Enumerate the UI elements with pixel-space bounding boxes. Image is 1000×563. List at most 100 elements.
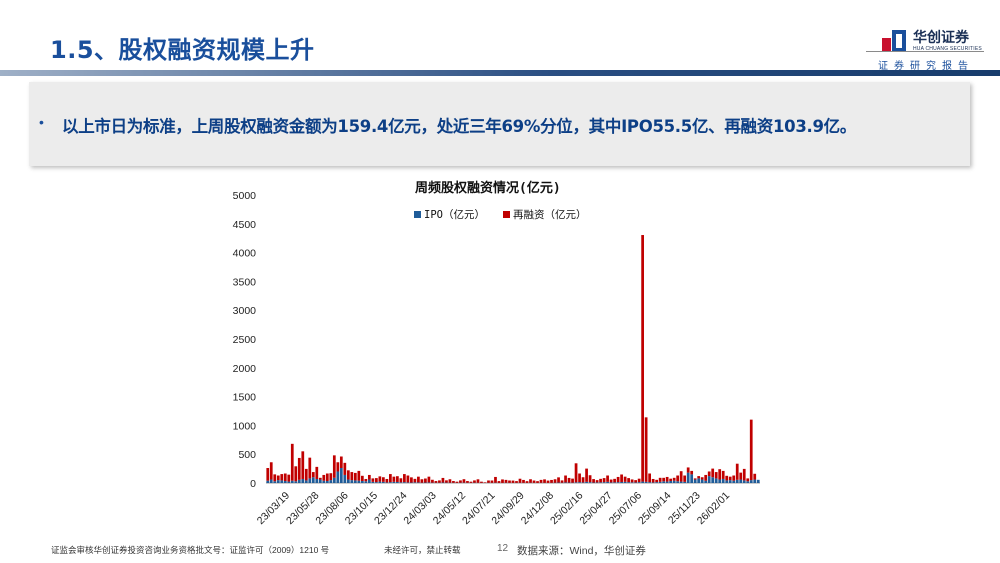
bar-ipo: [266, 480, 270, 483]
bar-refinancing: [350, 472, 354, 481]
bar-refinancing: [742, 468, 746, 481]
bar-refinancing: [546, 480, 550, 483]
bar-refinancing: [704, 474, 708, 481]
bar-refinancing: [728, 476, 732, 481]
bar-ipo: [336, 471, 340, 483]
bar-ipo: [690, 474, 694, 483]
bar-ipo: [399, 482, 403, 483]
bar-refinancing: [543, 479, 546, 483]
bar-refinancing: [318, 477, 322, 480]
bar-refinancing: [434, 481, 438, 483]
bar-ipo: [382, 481, 385, 483]
bar-ipo: [378, 481, 382, 483]
bar-refinancing: [494, 476, 497, 483]
bar-ipo: [588, 482, 592, 483]
bar-refinancing: [332, 455, 336, 478]
bar-refinancing: [410, 477, 413, 483]
bar-refinancing: [700, 477, 704, 480]
bullet-icon: •: [39, 114, 44, 130]
bar-ipo: [641, 481, 644, 483]
bar-refinancing: [325, 473, 329, 481]
bar-refinancing: [746, 478, 750, 482]
bar-refinancing: [739, 472, 743, 480]
bar-ipo: [644, 481, 648, 483]
logo-icon: [882, 30, 908, 52]
bar-refinancing: [346, 470, 350, 480]
bar-ipo: [634, 482, 637, 483]
bar-ipo: [357, 480, 361, 483]
bar-refinancing: [403, 474, 406, 483]
y-tick-label: 2500: [233, 334, 257, 346]
bar-ipo: [676, 481, 680, 483]
bar-refinancing: [648, 473, 651, 483]
bar-refinancing: [630, 479, 634, 483]
bar-refinancing: [634, 480, 637, 483]
bar-refinancing: [490, 480, 494, 483]
bar-ipo: [662, 481, 666, 483]
bar-refinancing: [448, 479, 452, 483]
bar-ipo: [269, 479, 273, 483]
y-tick-label: 2000: [233, 363, 257, 375]
bar-refinancing: [497, 481, 501, 483]
bar-refinancing: [595, 480, 599, 483]
bar-refinancing: [557, 477, 560, 483]
bar-refinancing: [532, 480, 536, 483]
bar-ipo: [280, 480, 284, 483]
chart-title: 周频股权融资情况(亿元): [415, 180, 561, 196]
bar-refinancing: [431, 479, 434, 483]
bar-ipo: [658, 481, 662, 483]
bar-refinancing: [672, 477, 676, 481]
bar-refinancing: [697, 476, 701, 479]
bar-refinancing: [287, 474, 291, 482]
bar-refinancing: [571, 478, 574, 483]
bar-refinancing: [441, 477, 445, 483]
bar-refinancing: [714, 472, 718, 479]
bar-refinancing: [655, 479, 659, 483]
bar-ipo: [711, 477, 715, 483]
bar-ipo: [704, 480, 708, 483]
bar-refinancing: [588, 475, 592, 483]
bar-ipo: [700, 479, 704, 483]
y-tick-label: 5000: [233, 190, 257, 202]
bar-refinancing: [269, 462, 273, 480]
bar-ipo: [627, 482, 630, 483]
bar-refinancing: [609, 479, 613, 483]
bar-refinancing: [424, 478, 427, 483]
bar-refinancing: [641, 235, 644, 482]
bar-refinancing: [536, 481, 539, 483]
bar-refinancing: [658, 477, 662, 482]
bar-refinancing: [336, 462, 340, 472]
data-source: 数据来源：Wind，华创证券: [517, 545, 646, 557]
bar-refinancing: [707, 471, 711, 477]
bar-refinancing: [504, 479, 508, 483]
bar-refinancing: [599, 478, 602, 483]
bar-refinancing: [508, 480, 511, 483]
bar-refinancing: [280, 474, 284, 481]
bar-refinancing: [515, 481, 518, 483]
bar-refinancing: [721, 470, 725, 479]
license-note: 证监会审核华创证券投资咨询业务资格批文号：证监许可（2009）1210 号: [51, 545, 330, 555]
legend-refi-label: 再融资（亿元）: [513, 208, 587, 221]
bar-ipo: [648, 482, 651, 483]
y-tick-label: 4500: [233, 219, 257, 231]
bar-ipo: [283, 480, 287, 483]
legend-ipo-swatch: [414, 211, 421, 218]
bar-refinancing: [462, 479, 466, 483]
bar-refinancing: [560, 480, 564, 483]
bar-refinancing: [676, 475, 680, 482]
bar-ipo: [371, 481, 375, 483]
bar-ipo: [294, 481, 298, 483]
bar-ipo: [742, 480, 746, 483]
bar-refinancing: [438, 480, 441, 483]
bar-refinancing: [679, 471, 683, 482]
bar-refinancing: [375, 478, 378, 483]
bar-refinancing: [455, 481, 459, 483]
bar-refinancing: [711, 468, 715, 478]
bar-refinancing: [718, 469, 722, 480]
bar-ipo: [287, 481, 291, 483]
bar-refinancing: [483, 482, 487, 483]
bar-ipo: [728, 480, 732, 483]
bar-refinancing: [480, 481, 483, 483]
bar-ipo: [651, 482, 655, 483]
bar-refinancing: [725, 475, 729, 481]
